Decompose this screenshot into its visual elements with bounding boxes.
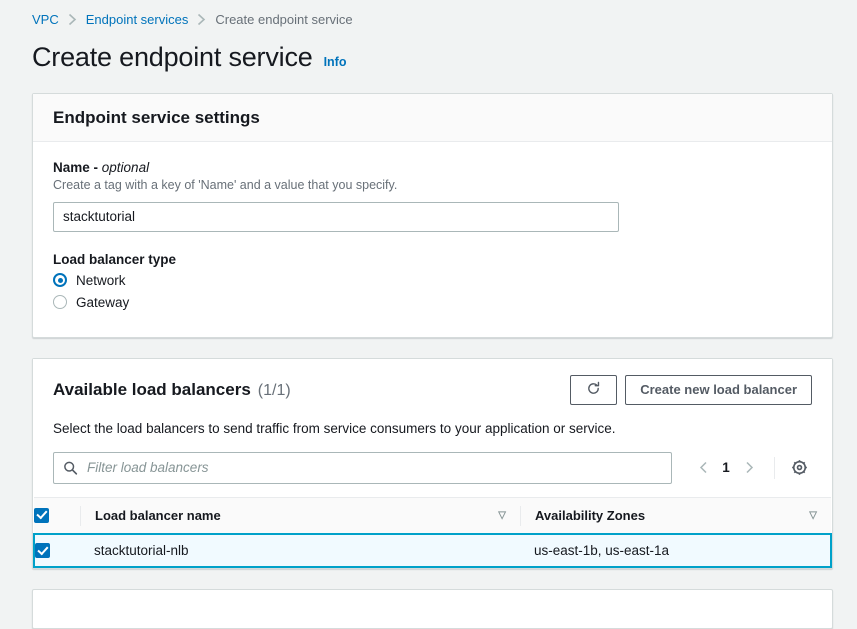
breadcrumb-separator-icon-2 — [197, 13, 206, 26]
load-balancers-description: Select the load balancers to send traffi… — [53, 420, 616, 436]
pagination-prev-icon[interactable] — [690, 455, 716, 481]
pagination-page-1[interactable]: 1 — [716, 460, 736, 475]
column-header-label-azs: Availability Zones — [535, 508, 646, 524]
table-header: Load balancer name ▽ Availability Zones … — [34, 496, 831, 535]
column-header-load-balancer-name: Load balancer name ▽ — [80, 496, 520, 535]
radio-option-network[interactable]: Network — [53, 273, 812, 288]
table-header-row: Load balancer name ▽ Availability Zones … — [34, 496, 831, 535]
radio-gateway-label: Gateway — [76, 294, 130, 310]
load-balancers-filter-row: 1 — [33, 436, 832, 497]
select-all-header-cell — [34, 496, 80, 535]
pagination: 1 — [690, 454, 813, 482]
breadcrumb: VPC Endpoint services Create endpoint se… — [0, 0, 857, 30]
load-balancers-counter: (1/1) — [257, 381, 291, 399]
load-balancers-panel-title: Available load balancers (1/1) — [53, 380, 291, 400]
page-title-row: Create endpoint service Info — [0, 30, 857, 73]
load-balancers-title-text: Available load balancers — [53, 379, 251, 399]
next-panel-stub — [32, 589, 833, 629]
create-new-load-balancer-button[interactable]: Create new load balancer — [625, 374, 812, 405]
name-field-label-text: Name - — [53, 160, 102, 175]
sort-icon-name[interactable]: ▽ — [498, 510, 506, 521]
breadcrumb-separator-icon — [68, 13, 77, 26]
settings-panel-title: Endpoint service settings — [53, 108, 260, 127]
row-availability-zones: us-east-1b, us-east-1a — [534, 543, 670, 559]
endpoint-service-settings-panel: Endpoint service settings Name - optiona… — [32, 93, 833, 338]
load-balancers-table: Load balancer name ▽ Availability Zones … — [33, 496, 832, 569]
load-balancer-type-label: Load balancer type — [53, 251, 177, 267]
breadcrumb-item-vpc[interactable]: VPC — [32, 12, 59, 27]
refresh-button[interactable] — [570, 374, 618, 405]
table-body: stacktutorial-nlb us-east-1b, us-east-1a — [33, 533, 832, 569]
breadcrumb-item-current: Create endpoint service — [215, 11, 353, 27]
page-title: Create endpoint service — [32, 42, 313, 72]
row-cell-load-balancer-name: stacktutorial-nlb — [80, 533, 520, 569]
settings-panel-body: Name - optional Create a tag with a key … — [33, 142, 832, 337]
select-all-checkbox[interactable] — [34, 507, 49, 523]
search-input[interactable] — [53, 451, 672, 484]
info-link[interactable]: Info — [324, 55, 347, 69]
radio-option-gateway[interactable]: Gateway — [53, 295, 812, 310]
column-header-label-name: Load balancer name — [95, 508, 221, 524]
name-field-optional-text: optional — [101, 160, 150, 175]
load-balancers-panel-header: Available load balancers (1/1) Create ne… — [33, 358, 832, 405]
settings-panel-header: Endpoint service settings — [33, 94, 832, 142]
gear-icon[interactable] — [785, 454, 813, 482]
row-cell-availability-zones: us-east-1b, us-east-1a — [520, 533, 832, 569]
column-header-availability-zones: Availability Zones ▽ — [520, 496, 831, 535]
load-balancers-header-actions: Create new load balancer — [570, 374, 812, 405]
pagination-next-icon[interactable] — [736, 455, 762, 481]
name-field-description: Create a tag with a key of 'Name' and a … — [53, 178, 398, 192]
radio-gateway-icon[interactable] — [53, 295, 67, 310]
breadcrumb-item-endpoint-services[interactable]: Endpoint services — [86, 12, 189, 27]
available-load-balancers-panel: Available load balancers (1/1) Create ne… — [32, 357, 833, 570]
radio-network-label: Network — [76, 272, 126, 288]
refresh-icon — [586, 381, 601, 399]
row-load-balancer-name: stacktutorial-nlb — [94, 543, 189, 559]
radio-network-icon[interactable] — [53, 273, 67, 288]
pagination-divider — [774, 456, 775, 479]
name-input[interactable] — [53, 201, 619, 232]
name-field-label: Name - optional — [53, 160, 812, 175]
row-checkbox[interactable] — [35, 543, 50, 559]
sort-icon-azs[interactable]: ▽ — [809, 510, 817, 521]
table-row[interactable]: stacktutorial-nlb us-east-1b, us-east-1a — [33, 533, 832, 569]
search-wrapper — [53, 451, 672, 484]
row-checkbox-cell — [33, 533, 80, 569]
